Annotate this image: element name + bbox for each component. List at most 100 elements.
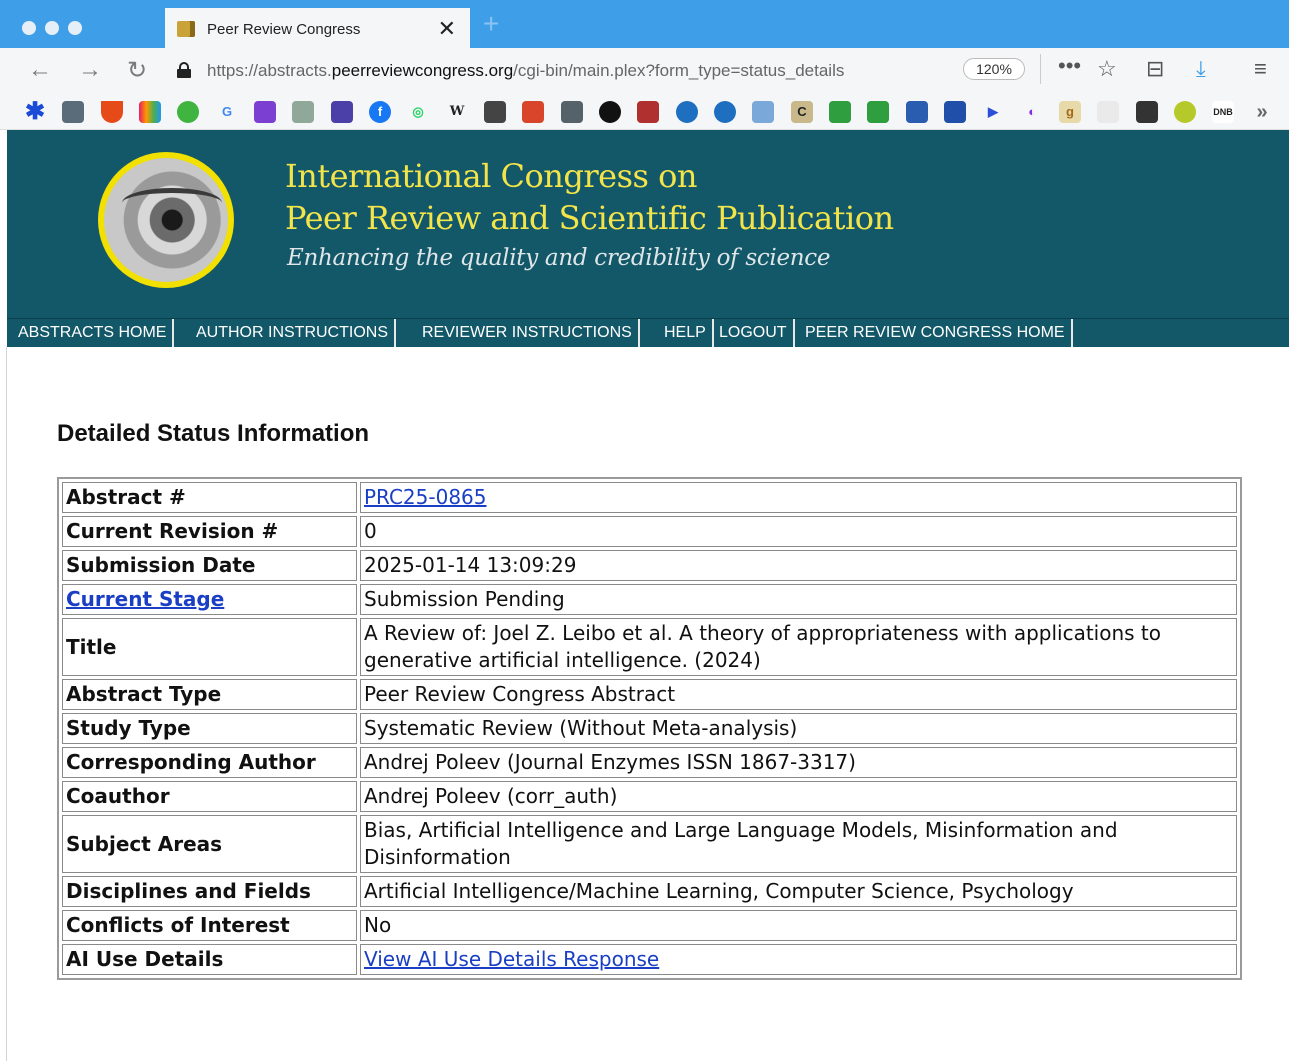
site-title: International Congress on Peer Review an… [285,155,894,239]
row-label: Disciplines and Fields [66,879,311,903]
row-value-cell: Andrej Poleev (corr_auth) [360,781,1237,812]
browser-tab[interactable]: Peer Review Congress ✕ [165,8,470,50]
bookmark-translate-icon[interactable] [752,101,774,123]
row-label-link[interactable]: Current Stage [66,587,224,611]
bookmark-asterisk-icon[interactable]: ✱ [24,100,46,124]
window-minimize-dot[interactable] [45,21,59,35]
bookmark-p-icon[interactable] [944,101,966,123]
menu-icon[interactable]: ≡ [1254,56,1267,82]
row-value: Bias, Artificial Intelligence and Large … [364,818,1118,869]
site-header: International Congress on Peer Review an… [7,130,1289,318]
menu-help[interactable]: HELP [658,319,714,347]
row-value-cell: Bias, Artificial Intelligence and Large … [360,815,1237,873]
bookmark-star-icon[interactable]: ☆ [1097,56,1117,82]
row-value-link[interactable]: View AI Use Details Response [364,947,659,971]
bookmark-leaf-icon[interactable] [1174,101,1196,123]
table-row: Coauthor Andrej Poleev (corr_auth) [62,781,1237,812]
back-arrow-icon[interactable]: ← [28,56,52,84]
bookmark-red-book-icon[interactable] [522,101,544,123]
bookmark-black-icon[interactable] [599,101,621,123]
bookmark-green-flag-2-icon[interactable] [867,101,889,123]
bookmark-drive-icon[interactable] [101,101,123,123]
bookmark-blue-circle-2-icon[interactable] [714,101,736,123]
download-icon[interactable]: ⤓ [1196,56,1206,82]
site-title-line2: Peer Review and Scientific Publication [285,199,894,237]
forward-arrow-icon[interactable]: → [78,56,102,84]
row-value: No [364,913,392,937]
bookmark-rainbow-icon[interactable] [139,101,161,123]
row-value-link[interactable]: PRC25-0865 [364,485,487,509]
bookmark-open-icon[interactable] [906,101,928,123]
bookmark-c-arc-icon[interactable]: ◐ [1021,101,1043,123]
row-value-cell: A Review of: Joel Z. Leibo et al. A theo… [360,618,1237,676]
bookmark-bank-icon[interactable] [1136,101,1158,123]
row-label: Submission Date [66,553,256,577]
table-row: Study Type Systematic Review (Without Met… [62,713,1237,744]
row-label-cell: Abstract Type [62,679,357,710]
bookmark-puzzle-icon[interactable] [254,101,276,123]
eye-logo [98,152,234,288]
address-bar[interactable]: https://abstracts.peerreviewcongress.org… [165,58,1025,84]
row-value: 0 [364,519,377,543]
row-label-cell: Disciplines and Fields [62,876,357,907]
row-value-cell: Systematic Review (Without Meta-analysis… [360,713,1237,744]
row-label-cell: Title [62,618,357,676]
row-value-cell: No [360,910,1237,941]
bookmark-google-icon[interactable]: G [216,101,238,123]
tab-close-icon[interactable]: ✕ [438,16,456,42]
table-row: Title A Review of: Joel Z. Leibo et al. A… [62,618,1237,676]
bookmark-dnb-icon[interactable]: DNB [1212,101,1234,123]
bookmarks-overflow-icon[interactable]: » [1251,101,1273,123]
row-value: Andrej Poleev (corr_auth) [364,784,618,808]
table-row: Corresponding Author Andrej Poleev (Journ… [62,747,1237,778]
row-value-cell: 0 [360,516,1237,547]
bookmark-faint-icon[interactable] [1097,101,1119,123]
row-value: Andrej Poleev (Journal Enzymes ISSN 1867… [364,750,856,774]
site-title-line1: International Congress on [285,157,697,195]
menu-peer-review-congress-home[interactable]: PEER REVIEW CONGRESS HOME [799,319,1073,347]
lock-icon [177,62,191,78]
bookmark-c-icon[interactable]: C [791,101,813,123]
menu-abstracts-home[interactable]: ABSTRACTS HOME [12,319,175,347]
bookmark-gray-icon[interactable] [561,101,583,123]
bookmark-mail-icon[interactable] [331,101,353,123]
row-value: A Review of: Joel Z. Leibo et al. A theo… [364,621,1161,672]
site-menu-bar: ABSTRACTS HOME AUTHOR INSTRUCTIONS REVIE… [7,318,1289,347]
row-label-cell: Current Revision # [62,516,357,547]
bookmark-play-icon[interactable]: ▶ [982,101,1004,123]
bookmark-whatsapp-icon[interactable]: ◎ [407,101,429,123]
new-tab-icon[interactable]: + [483,8,499,40]
window-close-dot[interactable] [22,21,36,35]
table-row: Subject Areas Bias, Artificial Intelligen… [62,815,1237,873]
bookmark-wikipedia-icon[interactable]: W [446,101,468,123]
page-actions-icon[interactable]: ••• [1058,53,1081,79]
menu-reviewer-instructions[interactable]: REVIEWER INSTRUCTIONS [416,319,640,347]
bookmarks-bar: ✱ G f ◎ W C ▶ ◐ g DNB » [0,92,1289,130]
row-label-cell: Abstract # [62,482,357,513]
url-text[interactable]: https://abstracts.peerreviewcongress.org… [207,61,952,81]
browser-tab-bar: Peer Review Congress ✕ + [0,0,1289,50]
menu-logout[interactable]: LOGOUT [713,319,795,347]
row-value-cell: View AI Use Details Response [360,944,1237,975]
site-tagline: Enhancing the quality and credibility of… [287,245,831,271]
bookmark-photo-icon[interactable] [62,101,84,123]
window-zoom-dot[interactable] [68,21,82,35]
menu-author-instructions[interactable]: AUTHOR INSTRUCTIONS [190,319,396,347]
bookmark-red-icon[interactable] [637,101,659,123]
browser-nav-bar: ← → ↻ https://abstracts.peerreviewcongre… [0,48,1289,92]
zoom-level-badge[interactable]: 120% [963,58,1025,80]
reload-icon[interactable]: ↻ [127,56,147,85]
status-table: Abstract # PRC25-0865 Current Revision # 0 S… [57,477,1242,980]
bookmark-facebook-icon[interactable]: f [369,101,391,123]
bookmark-g-icon[interactable]: g [1059,101,1081,123]
bookmark-green-dot-icon[interactable] [177,101,199,123]
bookmark-green-flag-icon[interactable] [829,101,851,123]
library-icon[interactable]: ⊟ [1146,56,1164,82]
bookmark-dark-icon[interactable] [484,101,506,123]
row-label: Abstract # [66,485,186,509]
row-value-cell: Submission Pending [360,584,1237,615]
toolbar-separator [1040,54,1041,84]
table-row: Abstract Type Peer Review Congress Abstra… [62,679,1237,710]
bookmark-blue-circle-icon[interactable] [676,101,698,123]
bookmark-chatgpt-icon[interactable] [292,101,314,123]
